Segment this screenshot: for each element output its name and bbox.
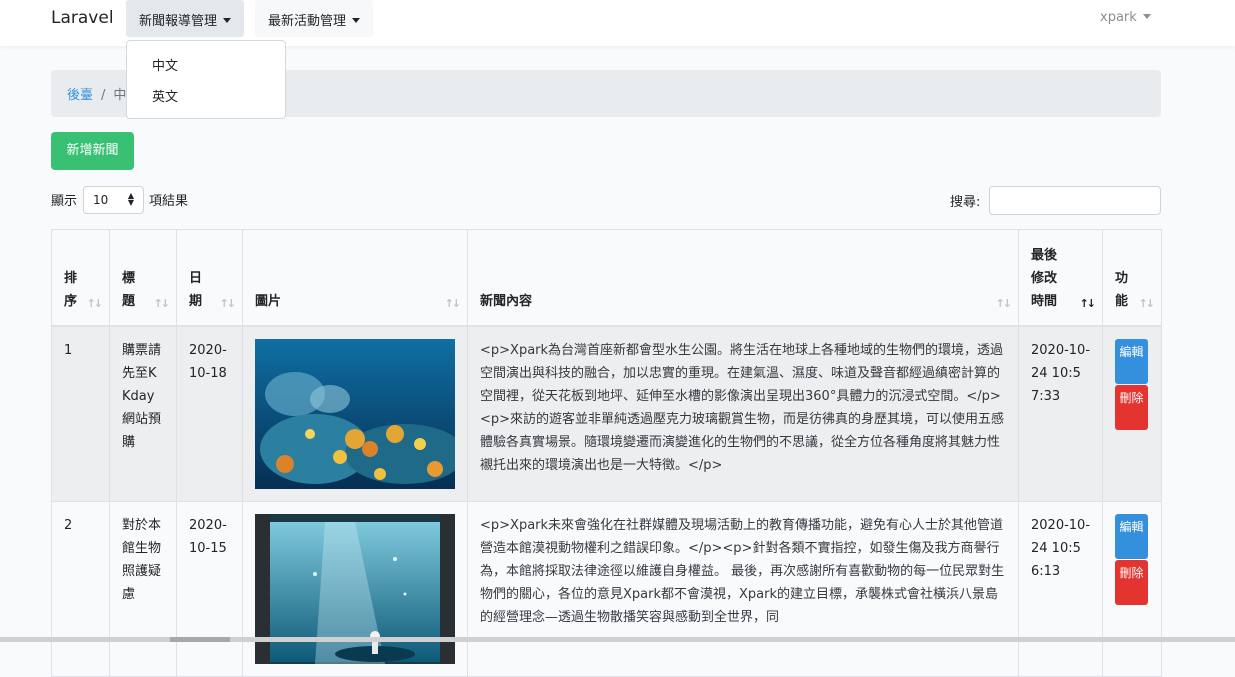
- news-dropdown-menu: 中文 英文: [126, 40, 286, 119]
- header-actions[interactable]: 功能 ↑↓: [1102, 229, 1162, 327]
- length-prefix: 顯示: [51, 194, 78, 209]
- length-suffix: 項結果: [149, 194, 189, 209]
- news-table: 排序 ↑↓ 標題 ↑↓ 日期 ↑↓ 圖片 ↑↓ 新聞內容 ↑↓ 最後修改時間 ↑↓ 功能 ↑↓…: [51, 229, 1162, 677]
- header-order-label: 排序: [64, 270, 78, 309]
- sort-icon: ↑↓: [153, 296, 171, 310]
- chevron-down-icon: [223, 18, 232, 23]
- header-order[interactable]: 排序 ↑↓: [51, 229, 110, 327]
- breadcrumb-home-link[interactable]: 後臺: [67, 88, 93, 103]
- cell-updated: 2020-10-24 10:57:33: [1018, 325, 1103, 502]
- cell-content: <p>Xpark為台灣首座新都會型水生公園。將生活在地球上各種地域的生物們的環境…: [467, 325, 1019, 502]
- header-image[interactable]: 圖片 ↑↓: [242, 229, 468, 327]
- cell-order: 1: [51, 325, 110, 502]
- page-length-value: 10: [93, 193, 109, 207]
- header-date[interactable]: 日期 ↑↓: [176, 229, 243, 327]
- edit-button[interactable]: 編輯: [1115, 338, 1148, 384]
- header-date-label: 日期: [189, 270, 203, 309]
- sort-icon: ↑↓: [1138, 296, 1156, 310]
- table-row: 1 購票請先至KKday網站預購 2020-10-18 <p>Xpark為台灣首…: [51, 325, 1162, 502]
- chevron-down-icon: [1142, 14, 1151, 19]
- user-menu[interactable]: xpark: [1100, 10, 1151, 25]
- scrollbar-thumb[interactable]: [170, 637, 230, 642]
- nav-events-label: 最新活動管理: [268, 14, 347, 29]
- nav-news-menu[interactable]: 新聞報導管理: [126, 0, 245, 37]
- dropdown-item-chinese[interactable]: 中文: [152, 55, 178, 74]
- sort-icon: ↑↓: [86, 296, 104, 310]
- cell-date: 2020-10-15: [176, 500, 243, 677]
- cell-image: [242, 325, 468, 502]
- chevron-down-icon: [352, 18, 361, 23]
- select-arrows-icon: ▲ ▼: [127, 191, 134, 207]
- header-actions-label: 功能: [1115, 270, 1129, 309]
- cell-actions: 編輯 刪除: [1102, 500, 1162, 677]
- header-updated-label: 最後修改時間: [1031, 247, 1058, 309]
- nav-events-menu[interactable]: 最新活動管理: [255, 0, 374, 37]
- add-news-button[interactable]: 新增新聞: [51, 132, 134, 170]
- cell-actions: 編輯 刪除: [1102, 325, 1162, 502]
- user-name: xpark: [1100, 10, 1137, 25]
- header-title-label: 標題: [122, 270, 136, 309]
- breadcrumb-separator: /: [101, 88, 106, 103]
- sort-icon: ↑↓: [995, 296, 1013, 310]
- dropdown-item-english[interactable]: 英文: [152, 86, 178, 105]
- table-row: 2 對於本館生物照護疑慮 2020-10-15 <p>Xpark未來會強化在社群…: [51, 500, 1162, 677]
- sort-icon: ↑↓: [444, 296, 462, 310]
- header-updated[interactable]: 最後修改時間 ↑↓: [1018, 229, 1103, 327]
- cell-updated: 2020-10-24 10:56:13: [1018, 500, 1103, 677]
- header-content[interactable]: 新聞內容 ↑↓: [467, 229, 1019, 327]
- sort-icon: ↑↓: [219, 296, 237, 310]
- cell-image: [242, 500, 468, 677]
- coral-reef-image: [255, 338, 455, 489]
- brand-logo[interactable]: Laravel: [51, 8, 114, 28]
- cell-content: <p>Xpark未來會強化在社群媒體及現場活動上的教育傳播功能，避免有心人士於其…: [467, 500, 1019, 677]
- nav-news-label: 新聞報導管理: [139, 14, 218, 29]
- header-title[interactable]: 標題 ↑↓: [109, 229, 177, 327]
- page-length-select[interactable]: 10 ▲ ▼: [83, 186, 144, 214]
- cell-title: 購票請先至KKday網站預購: [109, 325, 177, 502]
- cell-title: 對於本館生物照護疑慮: [109, 500, 177, 677]
- header-image-label: 圖片: [255, 293, 282, 309]
- delete-button[interactable]: 刪除: [1115, 559, 1148, 605]
- header-content-label: 新聞內容: [480, 293, 533, 309]
- search-label: 搜尋:: [950, 195, 981, 210]
- delete-button[interactable]: 刪除: [1115, 384, 1148, 430]
- cell-date: 2020-10-18: [176, 325, 243, 502]
- edit-button[interactable]: 編輯: [1115, 513, 1148, 559]
- search-input[interactable]: [989, 186, 1161, 215]
- cell-order: 2: [51, 500, 110, 677]
- sort-desc-icon: ↑↓: [1079, 296, 1097, 310]
